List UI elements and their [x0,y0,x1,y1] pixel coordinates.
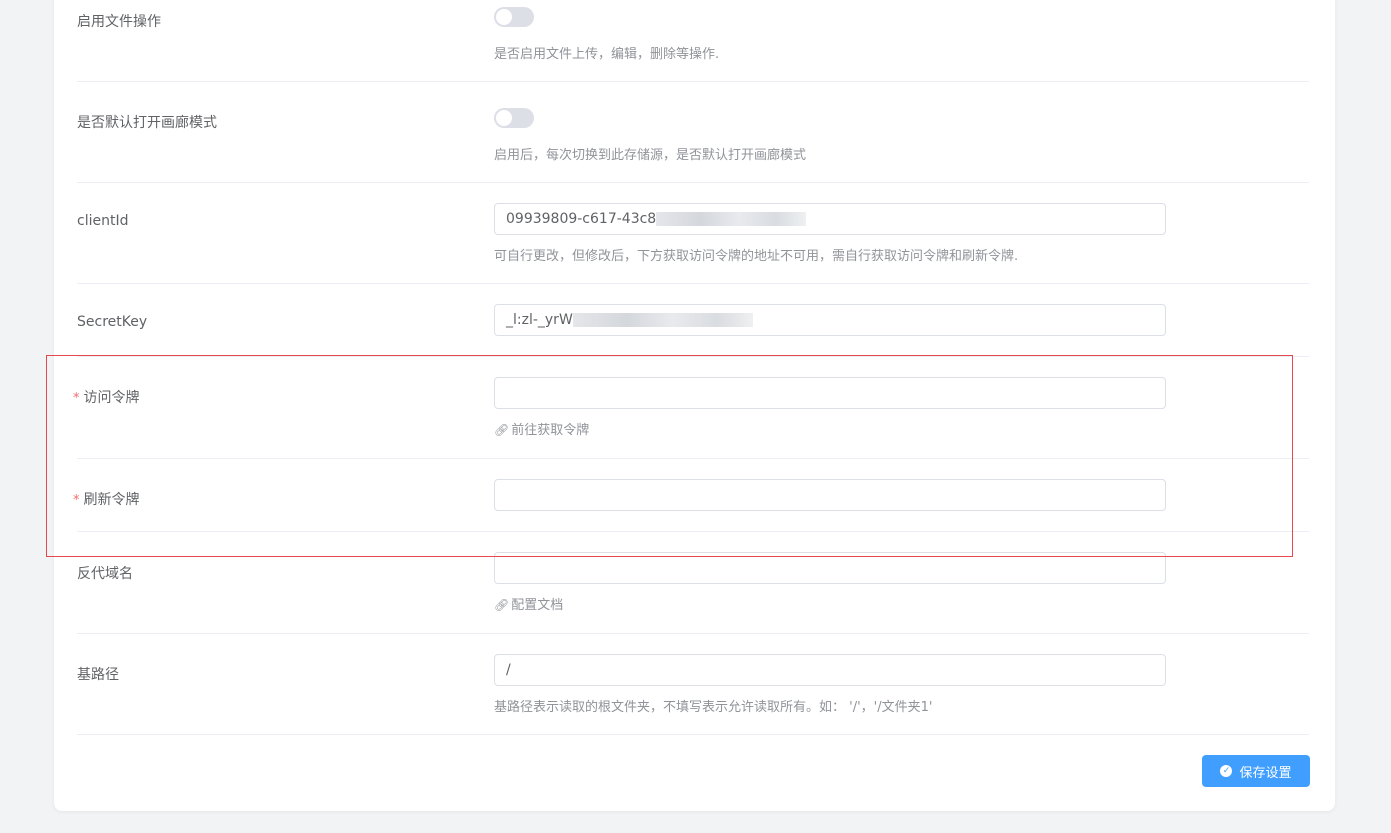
client-id-input[interactable]: 09939809-c617-43c8 [494,203,1166,235]
access-token-input[interactable] [494,377,1166,409]
secret-key-input[interactable]: _l:zl-_yrW [494,304,1166,336]
form-row-access-token: * 访问令牌 🔗︎ 前往获取令牌 [73,357,1309,458]
get-token-link-text: 前往获取令牌 [511,423,590,438]
enable-file-ops-label: 启用文件操作 [77,14,161,30]
config-doc-link[interactable]: 🔗︎ 配置文档 [494,594,563,613]
form-row-enable-file-ops: 启用文件操作 是否启用文件上传，编辑，删除等操作. [77,0,1309,81]
save-settings-button[interactable]: ✓ 保存设置 [1202,755,1310,787]
redacted-blur [572,313,753,327]
redacted-blur [656,212,807,226]
refresh-token-label: * 刷新令牌 [73,489,140,509]
form-row-gallery-mode: 是否默认打开画廊模式 启用后，每次切换到此存储源，是否默认打开画廊模式 [77,82,1309,182]
enable-file-ops-switch[interactable] [494,7,534,27]
link-icon: 🔗︎ [494,423,510,437]
secret-key-label: SecretKey [77,314,148,330]
config-doc-link-text: 配置文档 [511,598,564,613]
divider [77,734,1309,735]
switch-knob [496,9,512,25]
gallery-mode-label: 是否默认打开画廊模式 [77,115,217,131]
link-icon: 🔗︎ [494,598,510,612]
client-id-label: clientId [77,213,129,229]
base-path-label: 基路径 [77,667,119,683]
form-row-secret-key: SecretKey _l:zl-_yrW [77,284,1309,356]
check-circle-icon: ✓ [1220,765,1233,777]
secret-key-value: _l:zl-_yrW [506,312,573,328]
form-row-base-path: 基路径 基路径表示读取的根文件夹，不填写表示允许读取所有。如： '/'，'/文件… [77,634,1309,734]
base-path-input[interactable] [494,654,1166,686]
gallery-mode-help: 启用后，每次切换到此存储源，是否默认打开画廊模式 [494,148,807,163]
refresh-token-label-text: 刷新令牌 [83,492,140,508]
enable-file-ops-help: 是否启用文件上传，编辑，删除等操作. [494,47,720,62]
form-row-refresh-token: * 刷新令牌 [73,459,1309,531]
refresh-token-input[interactable] [494,479,1166,511]
save-settings-label: 保存设置 [1239,765,1292,781]
base-path-help: 基路径表示读取的根文件夹，不填写表示允许读取所有。如： '/'，'/文件夹1' [494,700,933,715]
proxy-domain-label: 反代域名 [77,566,133,582]
gallery-mode-switch[interactable] [494,108,534,128]
client-id-help: 可自行更改，但修改后，下方获取访问令牌的地址不可用，需自行获取访问令牌和刷新令牌… [494,249,1019,264]
access-token-label-text: 访问令牌 [83,390,140,406]
switch-knob [496,110,512,126]
proxy-domain-input[interactable] [494,552,1166,584]
form-row-proxy-domain: 反代域名 🔗︎ 配置文档 [77,532,1309,633]
form-row-client-id: clientId 09939809-c617-43c8 可自行更改，但修改后，下… [77,183,1309,283]
required-mark: * [73,391,80,406]
required-mark: * [73,493,80,508]
client-id-value: 09939809-c617-43c8 [506,211,657,227]
access-token-label: * 访问令牌 [73,387,140,407]
get-token-link[interactable]: 🔗︎ 前往获取令牌 [494,419,589,438]
